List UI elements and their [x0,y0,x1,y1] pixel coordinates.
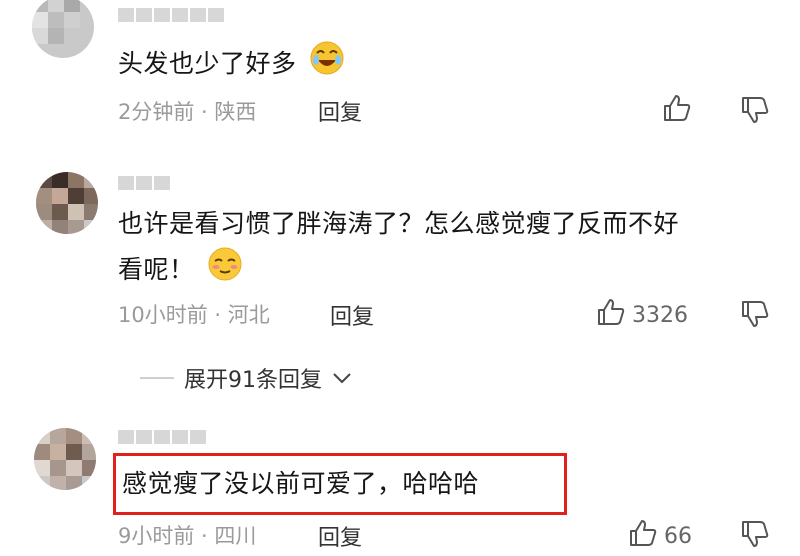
thumbs-down-icon [740,301,770,332]
comment-text: 感觉瘦了没以前可爱了，哈哈哈 [122,469,480,498]
comment-text: 头发也少了好多 [118,40,345,90]
expand-replies-button[interactable]: 展开91条回复 [140,362,352,394]
divider-line [140,377,174,379]
like-count: 3326 [632,302,688,328]
time-location: 2分钟前 · 陕西 [118,100,257,124]
smirk-emoji-icon [207,246,243,296]
reply-button[interactable]: 回复 [318,95,362,127]
username[interactable] [118,176,170,190]
like-button[interactable] [662,94,698,128]
thumbs-down-icon [740,97,770,128]
thumbs-down-icon [740,521,770,552]
like-button[interactable]: 3326 [596,298,688,332]
laughing-crying-emoji-icon [309,40,345,90]
username[interactable] [118,430,206,444]
thumbs-up-icon [662,94,692,128]
thumbs-up-icon [628,519,658,553]
reply-button[interactable]: 回复 [318,520,362,552]
avatar[interactable] [34,428,96,490]
reply-button[interactable]: 回复 [330,299,374,331]
avatar[interactable] [32,0,94,58]
comment-text: 也许是看习惯了胖海涛了？怎么感觉瘦了反而不好 看呢！ [118,202,778,296]
chevron-down-icon [332,366,352,391]
like-count: 66 [664,523,692,549]
username[interactable] [118,8,224,22]
dislike-button[interactable] [740,300,770,332]
like-button[interactable]: 66 [628,519,692,553]
avatar[interactable] [36,172,98,234]
thumbs-up-icon [596,298,626,332]
time-location: 9小时前 · 四川 [118,524,257,548]
time-location: 10小时前 · 河北 [118,303,270,327]
expand-replies-label: 展开91条回复 [184,368,322,393]
dislike-button[interactable] [740,520,770,552]
dislike-button[interactable] [740,96,770,128]
